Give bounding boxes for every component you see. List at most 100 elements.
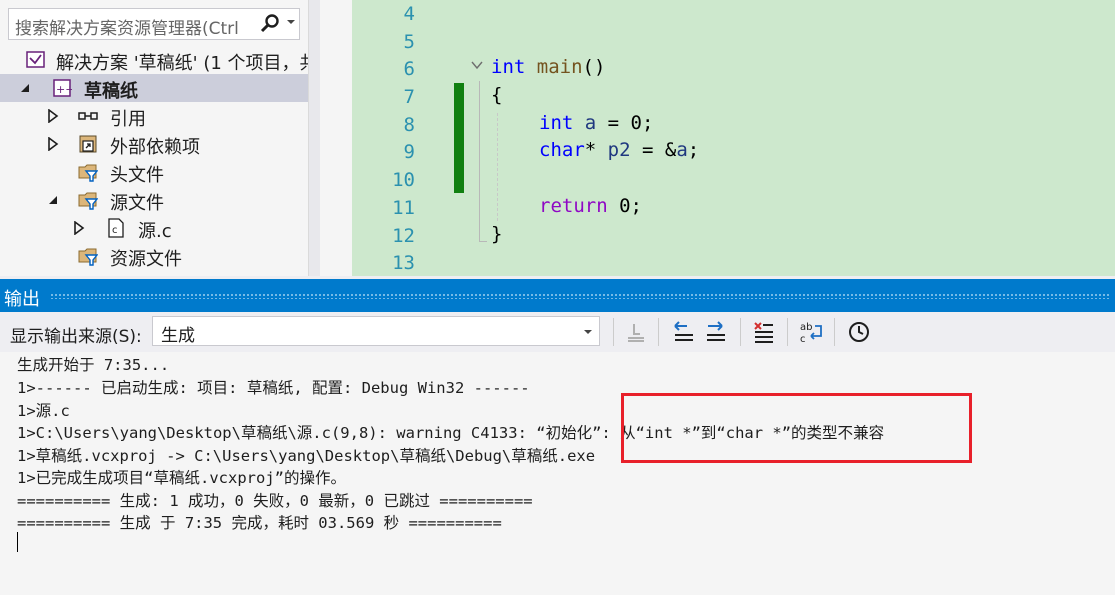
word-wrap-icon[interactable]: ab c xyxy=(799,320,823,344)
keyword: int xyxy=(491,56,526,78)
code-line-6[interactable]: int main() xyxy=(491,56,605,78)
search-placeholder: 搜索解决方案资源管理器(Ctrl xyxy=(15,19,239,39)
output-panel-title-bar[interactable]: 输出 xyxy=(0,279,1115,312)
toolbar-separator xyxy=(740,318,741,346)
project-icon: ++ xyxy=(53,79,72,97)
code-text: = 0; xyxy=(596,112,654,134)
tree-item-label: 源文件 xyxy=(110,193,164,214)
filter-folder-icon xyxy=(78,248,98,266)
line-number: 13 xyxy=(392,252,415,274)
chevron-down-icon[interactable] xyxy=(583,327,593,337)
external-deps-icon xyxy=(79,135,97,153)
code-line-12[interactable]: } xyxy=(491,223,502,245)
references-icon xyxy=(78,112,98,120)
output-source-value: 生成 xyxy=(161,326,195,346)
keyword: return xyxy=(539,195,608,217)
filter-folder-icon xyxy=(78,192,98,210)
toolbar-separator xyxy=(787,318,788,346)
c-file-icon: c xyxy=(108,218,124,238)
title-bar-grip xyxy=(50,293,1110,299)
output-toolbar: 显示输出来源(S): 生成 ab c xyxy=(0,312,1115,352)
change-tracking-bar xyxy=(454,83,464,193)
line-number: 5 xyxy=(403,31,415,53)
output-source-label: 显示输出来源(S): xyxy=(10,327,142,347)
code-line-8[interactable]: int a = 0; xyxy=(539,112,653,134)
editor-background xyxy=(352,0,1115,276)
line-number: 12 xyxy=(392,225,415,247)
highlight-annotation-box xyxy=(621,393,972,463)
variable: a xyxy=(584,112,597,134)
clock-icon[interactable] xyxy=(847,320,871,344)
tree-item-label: 解决方案 '草稿纸' (1 个项目，共 xyxy=(56,53,318,74)
tree-item-resource-files[interactable]: 资源文件 xyxy=(0,242,308,270)
code-line-7[interactable]: { xyxy=(491,84,502,106)
solution-search-box[interactable]: 搜索解决方案资源管理器(Ctrl xyxy=(8,8,300,40)
line-number: 4 xyxy=(403,3,415,25)
output-panel-title: 输出 xyxy=(4,289,40,310)
function-name: main xyxy=(536,56,583,78)
svg-text:ab: ab xyxy=(800,322,812,333)
expanded-arrow-icon[interactable] xyxy=(46,193,60,207)
tree-item-solution[interactable]: 解决方案 '草稿纸' (1 个项目，共 xyxy=(0,46,318,74)
tree-item-project[interactable]: ++ 草稿纸 xyxy=(0,74,308,102)
toolbar-separator xyxy=(613,318,614,346)
chevron-down-icon[interactable] xyxy=(286,17,296,27)
code-line-9[interactable]: char* p2 = &a; xyxy=(539,139,699,161)
tree-item-source-files[interactable]: 源文件 xyxy=(0,186,308,214)
tree-item-label: 外部依赖项 xyxy=(110,137,200,158)
tree-item-label: 草稿纸 xyxy=(84,81,138,102)
variable: p2 xyxy=(607,139,631,161)
output-line: 1>已完成生成项目“草稿纸.vcxproj”的操作。 xyxy=(17,469,346,487)
tree-item-label: 资源文件 xyxy=(110,249,182,270)
filter-folder-icon xyxy=(78,164,98,182)
code-text: () xyxy=(582,56,606,78)
line-number: 9 xyxy=(403,141,415,163)
code-text: ; xyxy=(687,139,700,161)
output-line: 1>源.c xyxy=(17,402,70,420)
solution-explorer: 搜索解决方案资源管理器(Ctrl 解决方案 '草稿纸' (1 个项目，共 ++ … xyxy=(0,0,318,276)
output-line: 1>草稿纸.vcxproj -> C:\Users\yang\Desktop\草… xyxy=(17,447,596,465)
find-message-icon[interactable] xyxy=(624,320,648,344)
output-line: ========== 生成 于 7:35 完成，耗时 03.569 秒 ====… xyxy=(17,514,502,532)
code-text: = & xyxy=(630,139,677,161)
keyword: int xyxy=(539,112,574,134)
collapsed-arrow-icon[interactable] xyxy=(46,137,60,151)
code-line-11[interactable]: return 0; xyxy=(539,195,642,217)
toolbar-separator xyxy=(658,318,659,346)
collapsed-arrow-icon[interactable] xyxy=(72,221,86,235)
code-text: * xyxy=(584,139,597,161)
tree-item-source-c[interactable]: c 源.c xyxy=(0,214,308,242)
line-number: 7 xyxy=(403,86,415,108)
clear-all-icon[interactable] xyxy=(752,320,776,344)
search-icon[interactable] xyxy=(259,13,281,35)
tree-item-label: 引用 xyxy=(110,109,146,130)
collapsed-arrow-icon[interactable] xyxy=(46,109,60,123)
tree-item-label: 头文件 xyxy=(110,165,164,186)
tree-item-references[interactable]: 引用 xyxy=(0,102,308,130)
output-line: ========== 生成: 1 成功，0 失败，0 最新，0 已跳过 ====… xyxy=(17,492,533,510)
output-source-select[interactable]: 生成 xyxy=(152,316,600,346)
go-to-next-message-icon[interactable] xyxy=(704,320,728,344)
line-number: 6 xyxy=(403,58,415,80)
line-number: 8 xyxy=(403,114,415,136)
output-line: 生成开始于 7:35... xyxy=(17,356,170,374)
svg-text:++: ++ xyxy=(56,83,72,96)
tree-item-label: 源.c xyxy=(138,221,172,242)
line-number: 10 xyxy=(392,169,415,191)
line-number: 11 xyxy=(392,197,415,219)
solution-icon xyxy=(26,51,45,68)
code-block-guide xyxy=(479,81,481,241)
svg-text:c: c xyxy=(800,334,806,344)
code-block-guide-end xyxy=(479,241,487,242)
variable: a xyxy=(676,139,688,161)
svg-text:c: c xyxy=(112,225,118,236)
collapse-chevron-icon[interactable] xyxy=(470,58,484,72)
code-text: 0; xyxy=(607,195,642,217)
tree-item-header-files[interactable]: 头文件 xyxy=(0,158,308,186)
indent-guide xyxy=(497,113,499,221)
go-to-previous-message-icon[interactable] xyxy=(672,320,696,344)
tree-item-external-deps[interactable]: 外部依赖项 xyxy=(0,130,308,158)
expanded-arrow-icon[interactable] xyxy=(18,81,32,95)
output-line: 1>------ 已启动生成: 项目: 草稿纸, 配置: Debug Win32… xyxy=(17,379,530,397)
toolbar-separator xyxy=(834,318,835,346)
